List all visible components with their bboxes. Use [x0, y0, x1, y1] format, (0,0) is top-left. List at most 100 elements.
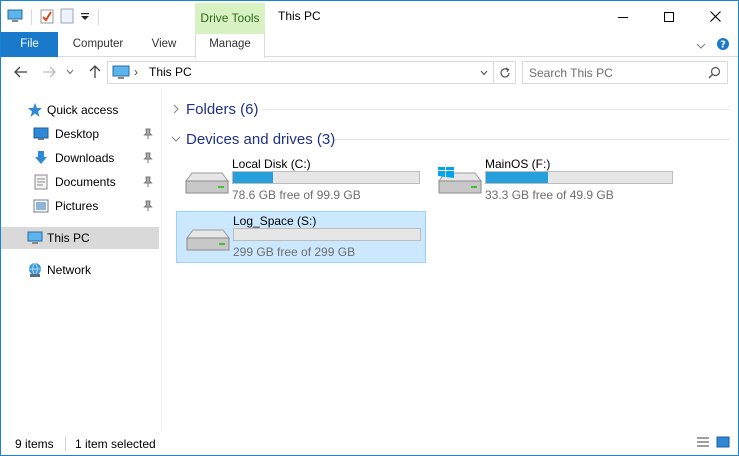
- up-button[interactable]: [85, 62, 105, 82]
- nav-item-this-pc[interactable]: This PC: [1, 227, 159, 249]
- this-pc-icon: [27, 230, 43, 246]
- new-folder-icon[interactable]: [60, 8, 74, 27]
- view-switcher: [696, 436, 730, 451]
- back-button[interactable]: [11, 62, 31, 82]
- chevron-down-icon[interactable]: [170, 135, 182, 143]
- nav-item-pictures[interactable]: Pictures: [1, 195, 159, 217]
- tab-file[interactable]: File: [1, 32, 58, 57]
- content-area: Folders (6) Devices and drives (3) Local…: [162, 88, 738, 431]
- drive-item[interactable]: MainOS (F:) 33.3 GB free of 49.9 GB: [429, 155, 679, 207]
- star-icon: [27, 102, 43, 118]
- tab-view[interactable]: View: [142, 32, 186, 57]
- ribbon-tab-bar: File Computer View Manage ?: [1, 32, 738, 58]
- nav-item-documents[interactable]: Documents: [1, 171, 159, 193]
- minimize-button[interactable]: [600, 1, 646, 32]
- nav-item-label: Documents: [55, 175, 116, 189]
- address-dropdown-button[interactable]: [475, 62, 493, 83]
- selection-count: 1 item selected: [75, 437, 156, 451]
- nav-item-downloads[interactable]: Downloads: [1, 147, 159, 169]
- hard-drive-icon: [182, 167, 230, 199]
- customize-dropdown-icon[interactable]: [80, 10, 90, 24]
- documents-icon: [33, 174, 49, 190]
- maximize-icon: [664, 11, 674, 22]
- search-box[interactable]: [522, 61, 728, 84]
- status-bar: 9 items 1 item selected: [1, 432, 738, 455]
- address-bar[interactable]: › This PC: [107, 61, 516, 84]
- pin-icon[interactable]: [143, 176, 153, 191]
- drive-usage-fill: [486, 172, 548, 183]
- toolbar-separator: [31, 9, 32, 25]
- drive-usage-bar: [233, 228, 421, 241]
- drive-usage-fill: [233, 172, 273, 183]
- close-icon: [709, 11, 721, 22]
- maximize-button[interactable]: [646, 1, 692, 32]
- group-devices-header[interactable]: Devices and drives (3): [170, 129, 335, 149]
- nav-item-label: Downloads: [55, 151, 115, 165]
- drive-free-space: 33.3 GB free of 49.9 GB: [485, 188, 614, 202]
- computer-icon[interactable]: [7, 9, 23, 26]
- explorer-window: Drive Tools This PC File Computer View M…: [0, 0, 739, 456]
- up-arrow-icon: [89, 65, 101, 78]
- pin-icon[interactable]: [143, 128, 153, 143]
- group-title: Devices and drives (3): [186, 130, 336, 148]
- search-input[interactable]: [529, 63, 699, 82]
- pin-icon[interactable]: [143, 200, 153, 215]
- group-folders-header[interactable]: Folders (6): [170, 99, 259, 119]
- item-count: 9 items: [15, 437, 54, 451]
- network-icon: [27, 262, 43, 278]
- navigation-pane: Quick access Desktop Downloads Documents…: [1, 88, 161, 431]
- drive-usage-bar: [232, 171, 420, 184]
- drive-item[interactable]: Local Disk (C:) 78.6 GB free of 99.9 GB: [176, 155, 426, 207]
- window-title: This PC: [278, 9, 321, 23]
- properties-check-icon[interactable]: [40, 8, 54, 27]
- search-icon[interactable]: [708, 66, 721, 82]
- windows-drive-icon: [435, 163, 483, 199]
- group-divider: [262, 109, 730, 110]
- nav-item-label: Quick access: [47, 103, 119, 117]
- tab-computer[interactable]: Computer: [63, 32, 133, 57]
- ribbon-right-controls: ?: [696, 37, 730, 54]
- nav-item-label: Pictures: [55, 199, 99, 213]
- expand-ribbon-icon[interactable]: [696, 39, 706, 53]
- breadcrumb-separator[interactable]: ›: [134, 62, 138, 83]
- chevron-down-icon: [480, 70, 488, 75]
- nav-item-label: Desktop: [55, 127, 100, 141]
- help-icon[interactable]: ?: [716, 37, 730, 54]
- nav-item-label: Network: [47, 263, 92, 277]
- title-bar: Drive Tools This PC: [1, 1, 738, 32]
- desktop-icon: [33, 126, 49, 142]
- refresh-button[interactable]: [493, 62, 515, 83]
- details-view-icon[interactable]: [696, 436, 710, 451]
- back-arrow-icon: [14, 66, 27, 78]
- forward-button[interactable]: [39, 62, 59, 82]
- close-button[interactable]: [692, 1, 738, 32]
- forward-arrow-icon: [43, 66, 56, 78]
- toolbar-separator: [98, 9, 99, 25]
- drive-free-space: 78.6 GB free of 99.9 GB: [232, 188, 361, 202]
- minimize-icon: [618, 16, 628, 18]
- nav-item-desktop[interactable]: Desktop: [1, 123, 159, 145]
- group-divider: [335, 139, 730, 140]
- tab-manage[interactable]: Manage: [195, 32, 265, 58]
- pictures-icon: [33, 198, 49, 214]
- nav-item-quick-access[interactable]: Quick access: [1, 99, 159, 121]
- drive-item[interactable]: Log_Space (S:) 299 GB free of 299 GB: [176, 211, 426, 263]
- status-separator: [65, 437, 66, 451]
- hard-drive-icon: [183, 224, 231, 256]
- refresh-icon: [499, 66, 510, 77]
- drive-tools-context-header: Drive Tools: [195, 3, 265, 32]
- recent-locations-button[interactable]: [63, 62, 77, 82]
- pin-icon[interactable]: [143, 152, 153, 167]
- large-icons-view-icon[interactable]: [716, 436, 730, 451]
- group-title: Folders (6): [186, 100, 259, 118]
- nav-item-network[interactable]: Network: [1, 259, 159, 281]
- drive-free-space: 299 GB free of 299 GB: [233, 245, 356, 259]
- this-pc-icon: [112, 65, 130, 83]
- breadcrumb-this-pc[interactable]: This PC: [149, 62, 192, 83]
- svg-text:?: ?: [720, 40, 726, 51]
- drive-usage-bar: [485, 171, 673, 184]
- chevron-right-icon[interactable]: [170, 104, 182, 114]
- downloads-icon: [33, 150, 49, 166]
- chevron-down-icon: [66, 69, 74, 75]
- quick-access-toolbar: [7, 7, 101, 27]
